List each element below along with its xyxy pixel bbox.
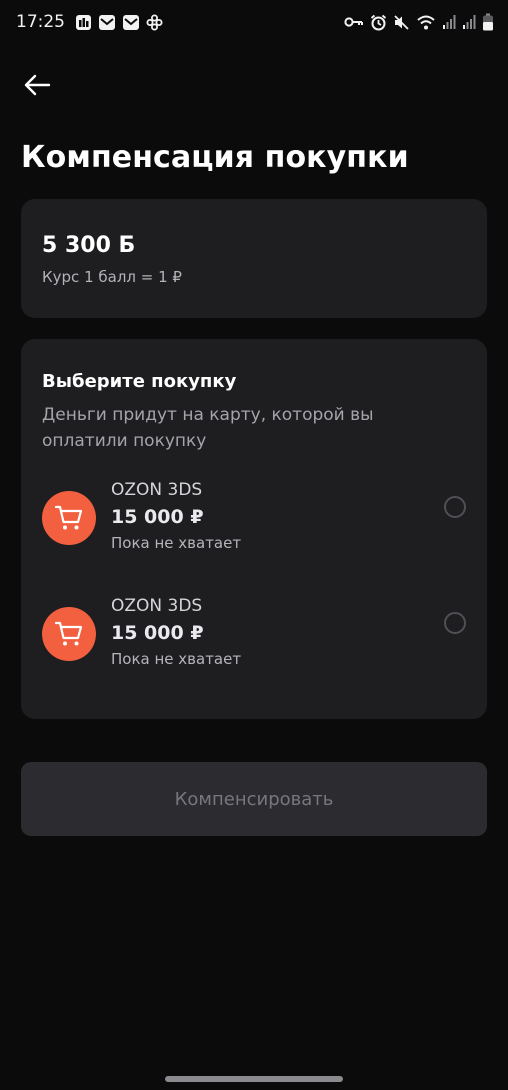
- battery-icon: [482, 13, 494, 31]
- purchase-select-title: Выберите покупку: [42, 371, 237, 392]
- status-bar: 17:25: [0, 0, 508, 44]
- status-time: 17:25: [16, 12, 65, 32]
- purchase-radio[interactable]: [444, 496, 466, 518]
- status-left: 17:25: [16, 12, 163, 32]
- purchase-select-subtitle: Деньги придут на карту, которой вы оплат…: [42, 405, 374, 451]
- purchase-merchant: OZON 3DS: [111, 480, 203, 500]
- flower-icon: [146, 14, 163, 31]
- app-icon: [75, 14, 92, 31]
- signal-icon: [442, 14, 456, 30]
- purchase-merchant: OZON 3DS: [111, 596, 203, 616]
- purchase-amount: 15 000 ₽: [111, 506, 204, 528]
- balance-card: 5 300 Б Курс 1 балл = 1 ₽: [21, 199, 487, 318]
- signal-icon: [462, 14, 476, 30]
- purchase-item-text: OZON 3DS 15 000 ₽ Пока не хватает: [111, 480, 241, 552]
- home-indicator[interactable]: [165, 1076, 343, 1082]
- compensate-button[interactable]: Компенсировать: [21, 762, 487, 836]
- mute-icon: [393, 14, 410, 31]
- key-icon: [344, 15, 364, 29]
- cart-icon: [42, 491, 96, 545]
- mail-icon: [122, 14, 140, 31]
- purchase-item[interactable]: OZON 3DS 15 000 ₽ Пока не хватает: [42, 480, 466, 596]
- balance-amount: 5 300 Б: [42, 233, 136, 258]
- mail-icon: [98, 14, 116, 31]
- purchase-item-text: OZON 3DS 15 000 ₽ Пока не хватает: [111, 596, 241, 668]
- purchase-amount: 15 000 ₽: [111, 622, 204, 644]
- cart-icon: [42, 607, 96, 661]
- exchange-rate: Курс 1 балл = 1 ₽: [42, 268, 182, 286]
- purchase-select-card: Выберите покупку Деньги придут на карту,…: [21, 339, 487, 719]
- purchase-status: Пока не хватает: [111, 650, 242, 668]
- purchase-item[interactable]: OZON 3DS 15 000 ₽ Пока не хватает: [42, 596, 466, 712]
- wifi-icon: [416, 14, 436, 31]
- page-title: Компенсация покупки: [21, 140, 409, 175]
- back-button[interactable]: [20, 70, 54, 104]
- purchase-radio[interactable]: [444, 612, 466, 634]
- purchase-status: Пока не хватает: [111, 534, 242, 552]
- status-right: [344, 13, 494, 31]
- arrow-left-icon: [23, 74, 51, 100]
- alarm-icon: [370, 14, 387, 31]
